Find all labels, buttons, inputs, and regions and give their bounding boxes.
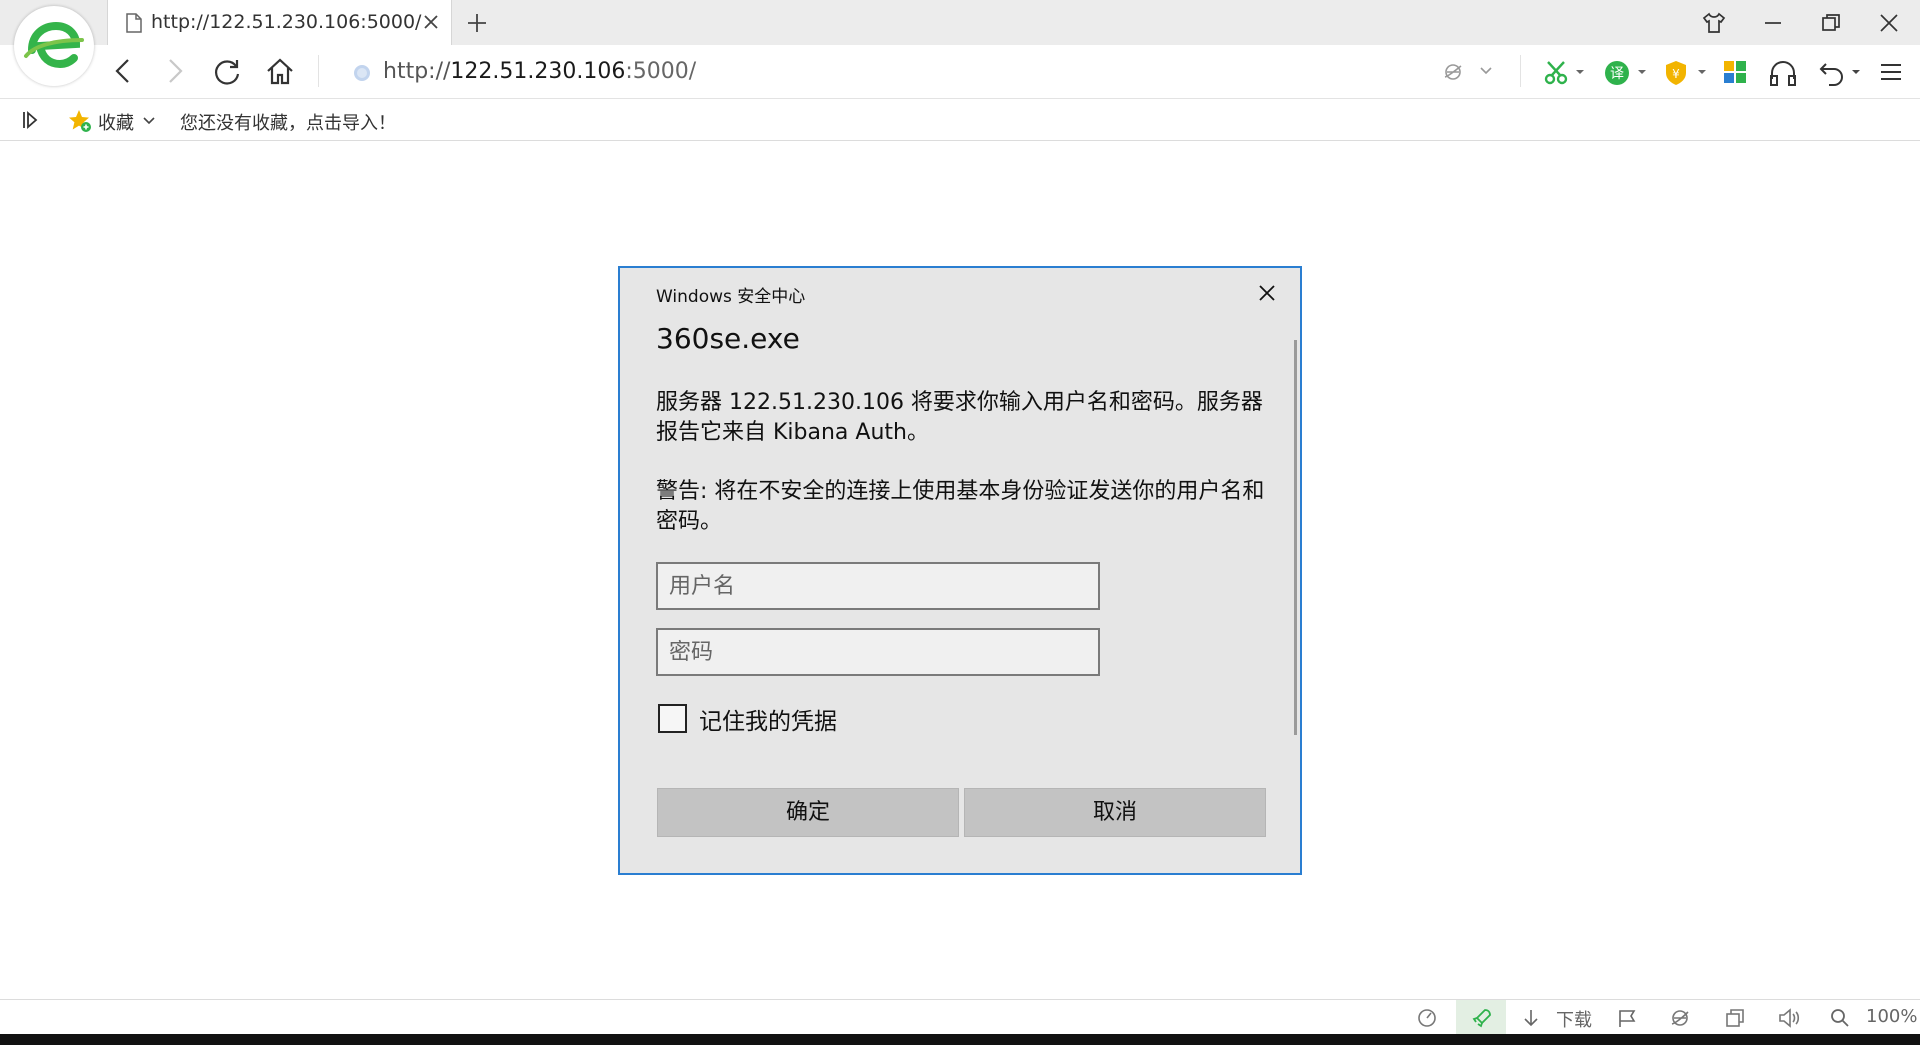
chevron-down-icon[interactable] xyxy=(1636,68,1648,76)
bookmarks-empty-message[interactable]: 您还没有收藏，点击导入！ xyxy=(180,109,396,135)
minimize-icon[interactable] xyxy=(1762,12,1784,34)
close-window-icon[interactable] xyxy=(1878,12,1900,34)
undo-close-tab-icon[interactable] xyxy=(1818,59,1846,87)
feedback-flag-icon[interactable] xyxy=(1616,1007,1638,1029)
address-bar[interactable]: http://122.51.230.106:5000/ xyxy=(383,59,696,84)
speed-dial-icon[interactable] xyxy=(1416,1007,1438,1029)
remember-credentials-label[interactable]: 记住我的凭据 xyxy=(699,702,837,736)
ie-compat-mode-icon[interactable] xyxy=(1442,61,1464,83)
chevron-down-icon[interactable] xyxy=(1574,68,1586,76)
rocket-accelerate-icon[interactable] xyxy=(1471,1007,1493,1029)
dialog-warning: 警告: 将在不安全的连接上使用基本身份验证发送你的用户名和密码。 xyxy=(656,479,1265,534)
dialog-header: Windows 安全中心 xyxy=(656,287,806,307)
url-prefix: http:// xyxy=(383,59,451,84)
title-bar: http://122.51.230.106:5000/ xyxy=(0,0,1920,45)
home-icon[interactable] xyxy=(265,57,295,87)
bookmarks-bar: 收藏 您还没有收藏，点击导入！ xyxy=(0,100,1920,141)
chevron-down-icon[interactable] xyxy=(1850,68,1862,76)
window-cascade-icon[interactable] xyxy=(1724,1007,1746,1029)
divider xyxy=(318,55,319,87)
back-arrow-icon[interactable] xyxy=(110,57,136,85)
navigation-bar: http://122.51.230.106:5000/ 译 ¥ xyxy=(0,45,1920,99)
chevron-down-icon[interactable] xyxy=(1478,64,1494,78)
chevron-down-icon[interactable] xyxy=(1696,68,1708,76)
sidebar-toggle-icon[interactable] xyxy=(20,110,40,130)
restore-window-icon[interactable] xyxy=(1820,12,1842,34)
favorites-star-icon[interactable] xyxy=(67,108,93,134)
password-input[interactable] xyxy=(658,630,1098,674)
favorites-label[interactable]: 收藏 xyxy=(98,109,134,135)
ie-mode-icon[interactable] xyxy=(1669,1007,1691,1029)
ok-button[interactable]: 确定 xyxy=(657,788,959,837)
download-arrow-icon[interactable] xyxy=(1520,1007,1542,1029)
username-field-box xyxy=(656,562,1100,610)
browser-tab[interactable]: http://122.51.230.106:5000/ xyxy=(107,0,452,45)
security-status-icon[interactable] xyxy=(354,65,370,81)
headphones-icon[interactable] xyxy=(1768,59,1798,87)
dialog-scrollbar[interactable] xyxy=(1294,340,1297,735)
document-icon xyxy=(126,13,142,33)
divider xyxy=(1520,55,1521,87)
chevron-down-icon[interactable] xyxy=(142,116,156,126)
url-rest: :5000/ xyxy=(625,59,697,84)
url-host: 122.51.230.106 xyxy=(450,59,626,84)
shield-money-icon[interactable]: ¥ xyxy=(1663,59,1689,87)
zoom-magnifier-icon[interactable] xyxy=(1829,1007,1851,1029)
skin-shirt-icon[interactable] xyxy=(1702,12,1726,34)
svg-text:译: 译 xyxy=(1610,66,1624,82)
menu-icon[interactable] xyxy=(1878,59,1904,85)
browser-e-logo-icon[interactable] xyxy=(14,6,94,86)
volume-icon[interactable] xyxy=(1777,1007,1801,1029)
status-bar: 下载 100% xyxy=(0,999,1920,1035)
remember-credentials-checkbox[interactable] xyxy=(658,704,687,733)
reload-icon[interactable] xyxy=(212,57,242,87)
new-tab-plus-icon[interactable] xyxy=(466,12,488,34)
tab-close-icon[interactable] xyxy=(422,13,440,31)
password-field-box xyxy=(656,628,1100,676)
dialog-close-icon[interactable] xyxy=(1258,284,1276,302)
forward-arrow-icon[interactable] xyxy=(162,57,188,85)
dialog-message: 服务器 122.51.230.106 将要求你输入用户名和密码。服务器报告它来自… xyxy=(656,390,1263,445)
download-label[interactable]: 下载 xyxy=(1556,1006,1592,1032)
dialog-app-name: 360se.exe xyxy=(656,322,800,355)
translate-icon[interactable]: 译 xyxy=(1604,60,1630,86)
screenshot-scissors-icon[interactable] xyxy=(1544,60,1570,86)
cancel-button[interactable]: 取消 xyxy=(964,788,1266,837)
zoom-level[interactable]: 100% xyxy=(1866,1006,1917,1027)
svg-text:¥: ¥ xyxy=(1672,67,1680,81)
username-input[interactable] xyxy=(658,564,1098,608)
apps-grid-icon[interactable] xyxy=(1723,60,1747,84)
taskbar-edge xyxy=(0,1034,1920,1045)
windows-security-dialog: Windows 安全中心 360se.exe 服务器 122.51.230.10… xyxy=(618,266,1302,875)
tab-title: http://122.51.230.106:5000/ xyxy=(151,11,422,33)
